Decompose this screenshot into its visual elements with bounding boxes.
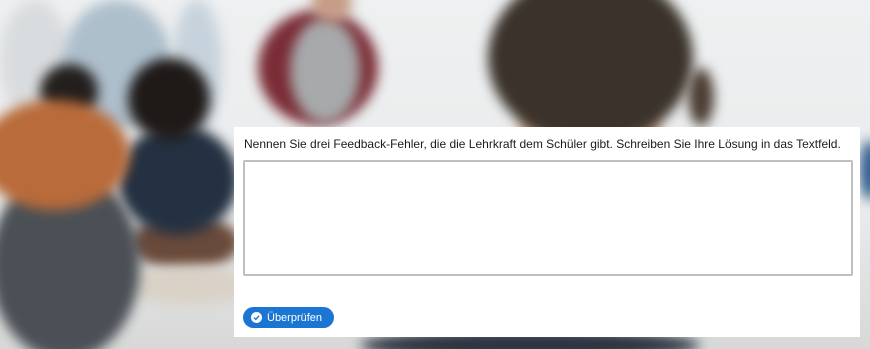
task-question: Nennen Sie drei Feedback-Fehler, die die… xyxy=(244,137,841,151)
background-student-head-2 xyxy=(128,58,210,140)
background-student-body xyxy=(118,125,238,235)
check-circle-icon xyxy=(251,312,262,323)
answer-textarea[interactable] xyxy=(243,160,853,276)
check-button[interactable]: Überprüfen xyxy=(243,307,335,328)
background-desk xyxy=(130,265,250,305)
check-button-label: Überprüfen xyxy=(267,311,323,324)
background-teacher-vest xyxy=(290,18,360,123)
task-panel: Nennen Sie drei Feedback-Fehler, die die… xyxy=(234,127,860,337)
background-student-right xyxy=(688,68,714,126)
background-blue-object xyxy=(860,140,870,200)
background-student-head xyxy=(488,0,693,145)
